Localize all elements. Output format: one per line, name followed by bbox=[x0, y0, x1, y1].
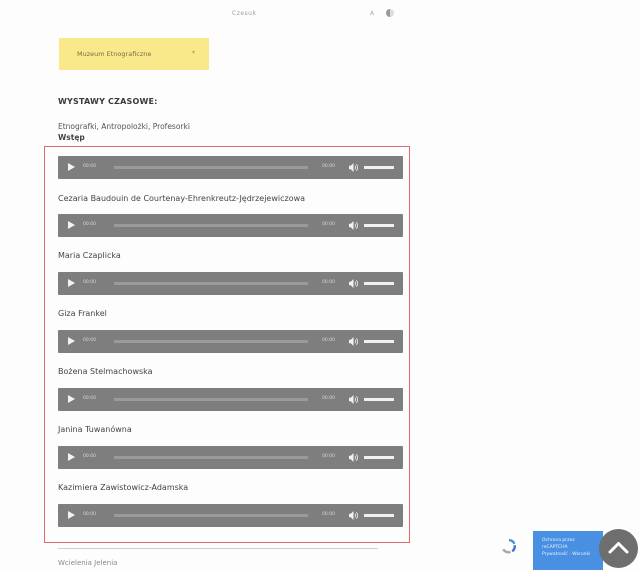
audio-player[interactable]: 00:00 00:00 bbox=[58, 272, 403, 295]
audio-player[interactable]: 00:00 00:00 bbox=[58, 388, 403, 411]
topbar-language-link[interactable]: Czesuk bbox=[232, 10, 256, 17]
exhibition-subtitle: Etnografki, Antropolożki, Profesorki bbox=[58, 122, 190, 131]
audio-player[interactable]: 00:00 00:00 bbox=[58, 214, 403, 237]
total-time: 00:00 bbox=[322, 512, 335, 517]
recaptcha-line: Ochrona przez bbox=[542, 538, 575, 543]
play-icon[interactable] bbox=[68, 337, 75, 345]
volume-slider[interactable] bbox=[364, 166, 394, 169]
progress-track[interactable] bbox=[114, 514, 308, 517]
audio-player[interactable]: 00:00 00:00 bbox=[58, 330, 403, 353]
total-time: 00:00 bbox=[322, 454, 335, 459]
volume-icon[interactable] bbox=[349, 395, 358, 404]
play-icon[interactable] bbox=[68, 453, 75, 461]
play-icon[interactable] bbox=[68, 279, 75, 287]
audio-player[interactable]: 00:00 00:00 bbox=[58, 446, 403, 469]
current-time: 00:00 bbox=[83, 512, 96, 517]
recaptcha-line: reCAPTCHA bbox=[542, 545, 568, 550]
volume-slider[interactable] bbox=[364, 282, 394, 285]
total-time: 00:00 bbox=[322, 280, 335, 285]
speaker-name: Cezaria Baudouin de Courtenay-Ehrenkreut… bbox=[58, 194, 306, 203]
total-time: 00:00 bbox=[322, 396, 335, 401]
progress-track[interactable] bbox=[114, 224, 308, 227]
progress-track[interactable] bbox=[114, 340, 308, 343]
progress-track[interactable] bbox=[114, 456, 308, 459]
current-time: 00:00 bbox=[83, 164, 96, 169]
play-icon[interactable] bbox=[68, 221, 75, 229]
chevron-down-icon: ▾ bbox=[191, 49, 195, 56]
audio-player[interactable]: 00:00 00:00 bbox=[58, 156, 403, 179]
intro-label: Wstęp bbox=[58, 133, 85, 142]
play-icon[interactable] bbox=[68, 163, 75, 171]
progress-track[interactable] bbox=[114, 166, 308, 169]
section-heading: WYSTAWY CZASOWE: bbox=[58, 97, 158, 106]
progress-track[interactable] bbox=[114, 398, 308, 401]
audio-player[interactable]: 00:00 00:00 bbox=[58, 504, 403, 527]
speaker-name: Kazimiera Zawistowicz-Adamska bbox=[58, 483, 189, 492]
volume-slider[interactable] bbox=[364, 340, 394, 343]
volume-icon[interactable] bbox=[349, 279, 358, 288]
play-icon[interactable] bbox=[68, 395, 75, 403]
font-size-toggle[interactable]: A bbox=[370, 10, 375, 17]
current-time: 00:00 bbox=[83, 280, 96, 285]
divider bbox=[58, 548, 378, 549]
chevron-up-icon bbox=[608, 542, 629, 554]
main-navigation: Muzeum Etnograficzne ▾ bbox=[0, 38, 639, 70]
nav-item-label: Muzeum Etnograficzne bbox=[77, 50, 152, 58]
speaker-name: Bożena Stelmachowska bbox=[58, 367, 153, 376]
volume-slider[interactable] bbox=[364, 398, 394, 401]
total-time: 00:00 bbox=[322, 222, 335, 227]
volume-slider[interactable] bbox=[364, 456, 394, 459]
nav-item-active[interactable]: Muzeum Etnograficzne ▾ bbox=[59, 38, 209, 70]
volume-icon[interactable] bbox=[349, 163, 358, 172]
recaptcha-badge[interactable]: Ochrona przez reCAPTCHA Prywatność · War… bbox=[533, 531, 603, 570]
next-section-link[interactable]: Wcielenia Jelenia bbox=[58, 559, 117, 567]
speaker-name: Giza Frankel bbox=[58, 309, 107, 318]
current-time: 00:00 bbox=[83, 396, 96, 401]
volume-icon[interactable] bbox=[349, 221, 358, 230]
progress-track[interactable] bbox=[114, 282, 308, 285]
volume-icon[interactable] bbox=[349, 511, 358, 520]
total-time: 00:00 bbox=[322, 338, 335, 343]
volume-icon[interactable] bbox=[349, 337, 358, 346]
volume-icon[interactable] bbox=[349, 453, 358, 462]
current-time: 00:00 bbox=[83, 222, 96, 227]
total-time: 00:00 bbox=[322, 164, 335, 169]
current-time: 00:00 bbox=[83, 454, 96, 459]
volume-slider[interactable] bbox=[364, 224, 394, 227]
speaker-name: Janina Tuwanówna bbox=[58, 425, 132, 434]
volume-slider[interactable] bbox=[364, 514, 394, 517]
scroll-to-top-button[interactable] bbox=[599, 529, 638, 568]
current-time: 00:00 bbox=[83, 338, 96, 343]
recaptcha-line[interactable]: Prywatność · Warunki bbox=[542, 551, 603, 558]
contrast-icon[interactable] bbox=[386, 9, 394, 17]
speaker-name: Maria Czaplicka bbox=[58, 251, 121, 260]
recaptcha-icon bbox=[502, 539, 516, 554]
play-icon[interactable] bbox=[68, 511, 75, 519]
top-utility-bar: Czesuk A bbox=[0, 0, 639, 30]
